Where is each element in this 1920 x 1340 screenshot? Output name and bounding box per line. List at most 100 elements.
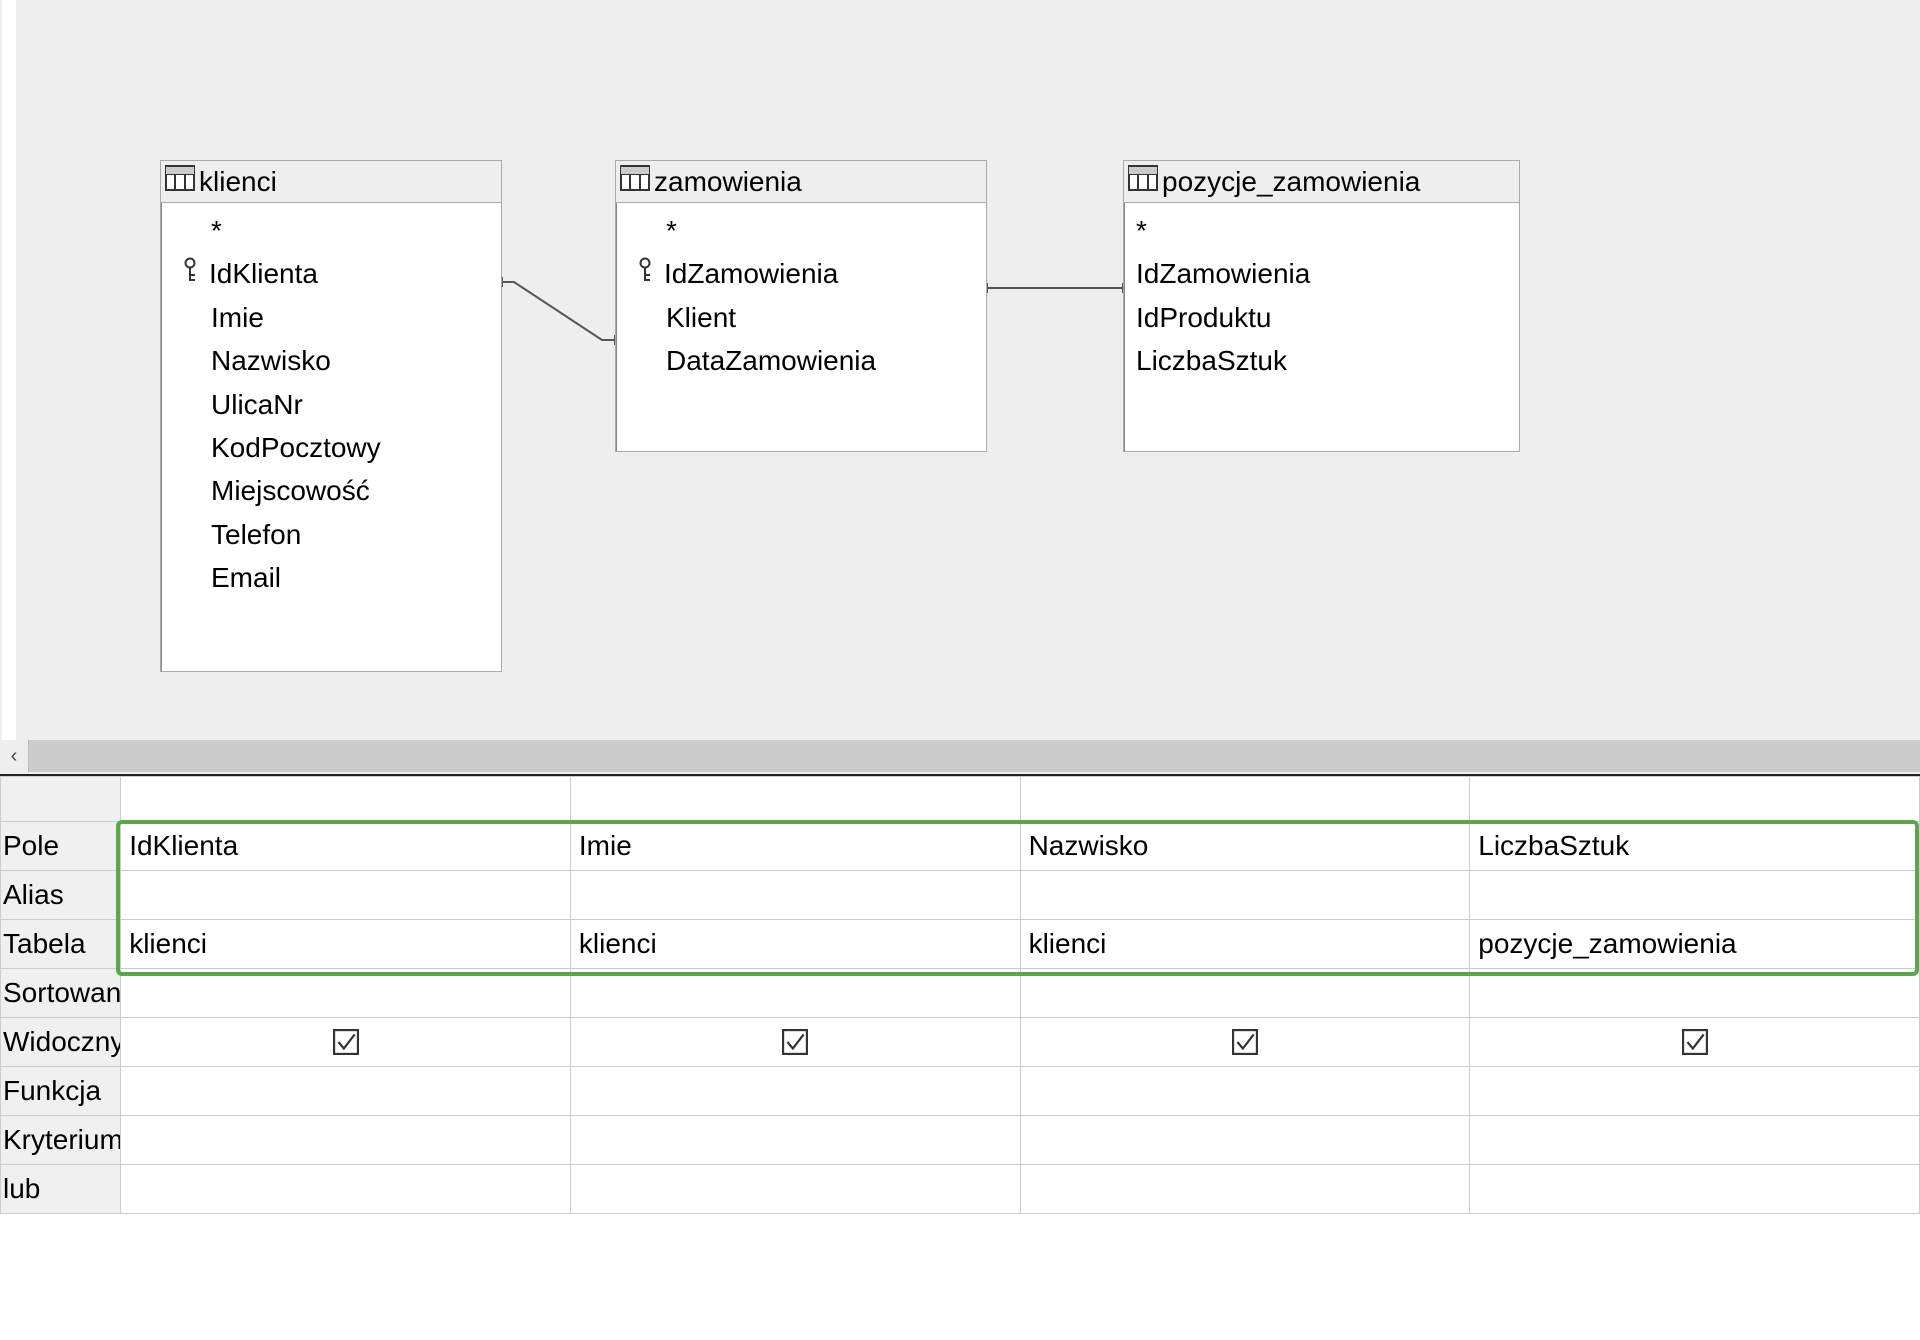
table-title[interactable]: klienci [161, 161, 501, 203]
key-icon [181, 252, 209, 295]
field-row[interactable]: UlicaNr [161, 383, 501, 426]
field-label: * [211, 209, 222, 252]
grid-cell[interactable] [1020, 1067, 1470, 1116]
design-grid-table[interactable]: PoleIdKlientaImieNazwiskoLiczbaSztukAlia… [0, 776, 1920, 1214]
grid-cell[interactable] [121, 1018, 571, 1067]
field-label: UlicaNr [211, 383, 303, 426]
visible-checkbox[interactable] [129, 1018, 562, 1066]
table-icon [1128, 165, 1162, 198]
grid-cell[interactable] [570, 871, 1020, 920]
table-title-label: zamowienia [654, 166, 802, 198]
grid-cell[interactable]: Imie [570, 822, 1020, 871]
grid-row-label: Kryterium [1, 1116, 121, 1165]
grid-cell[interactable]: pozycje_zamowienia [1470, 920, 1920, 969]
grid-cell[interactable] [570, 1067, 1020, 1116]
table-title[interactable]: pozycje_zamowienia [1124, 161, 1519, 203]
field-label: Imie [211, 296, 264, 339]
field-row[interactable]: IdZamowienia [1124, 252, 1519, 295]
table-body: * IdKlientaImieNazwiskoUlicaNrKodPocztow… [161, 203, 501, 610]
table-title-label: pozycje_zamowienia [1162, 166, 1420, 198]
grid-row: PoleIdKlientaImieNazwiskoLiczbaSztuk [1, 822, 1920, 871]
field-row[interactable]: IdProduktu [1124, 296, 1519, 339]
grid-cell[interactable] [1020, 1165, 1470, 1214]
table-box-klienci[interactable]: klienci* IdKlientaImieNazwiskoUlicaNrKod… [160, 160, 502, 672]
grid-cell[interactable] [1470, 777, 1920, 822]
grid-cell[interactable] [570, 1116, 1020, 1165]
grid-cell[interactable]: Nazwisko [1020, 822, 1470, 871]
grid-cell[interactable] [1020, 871, 1470, 920]
field-row[interactable]: Email [161, 556, 501, 599]
grid-cell[interactable] [121, 1067, 571, 1116]
grid-row: Tabelakliencikliencikliencipozycje_zamow… [1, 920, 1920, 969]
field-label: LiczbaSztuk [1136, 339, 1287, 382]
grid-cell[interactable] [121, 871, 571, 920]
relation-pane[interactable]: klienci* IdKlientaImieNazwiskoUlicaNrKod… [0, 0, 1920, 740]
field-label: * [666, 209, 677, 252]
field-row[interactable]: Nazwisko [161, 339, 501, 382]
field-row[interactable]: LiczbaSztuk [1124, 339, 1519, 382]
field-label: IdZamowienia [1136, 252, 1310, 295]
field-label: Miejscowość [211, 469, 370, 512]
field-row[interactable]: IdKlienta [161, 252, 501, 295]
table-box-pozycje_zamowienia[interactable]: pozycje_zamowienia *IdZamowieniaIdProdukt… [1123, 160, 1520, 452]
grid-cell[interactable] [570, 1018, 1020, 1067]
field-row[interactable]: Klient [616, 296, 986, 339]
field-row[interactable]: DataZamowienia [616, 339, 986, 382]
grid-cell[interactable] [1020, 1116, 1470, 1165]
scroll-left-button[interactable]: ‹ [0, 740, 29, 772]
field-row-star[interactable]: * [616, 209, 986, 252]
grid-cell[interactable] [1470, 1116, 1920, 1165]
table-title[interactable]: zamowienia [616, 161, 986, 203]
grid-row: lub [1, 1165, 1920, 1214]
field-row[interactable]: Telefon [161, 513, 501, 556]
visible-checkbox[interactable] [1029, 1018, 1462, 1066]
table-icon [620, 165, 654, 198]
grid-cell[interactable]: IdKlienta [121, 822, 571, 871]
grid-row: Sortowanie [1, 969, 1920, 1018]
grid-row-label: Pole [1, 822, 121, 871]
field-row[interactable]: IdZamowienia [616, 252, 986, 295]
grid-row: Kryterium [1, 1116, 1920, 1165]
grid-row: Widoczny [1, 1018, 1920, 1067]
field-row[interactable]: KodPocztowy [161, 426, 501, 469]
grid-cell[interactable] [1470, 871, 1920, 920]
field-row[interactable]: Miejscowość [161, 469, 501, 512]
visible-checkbox[interactable] [579, 1018, 1012, 1066]
grid-row-label: Alias [1, 871, 121, 920]
field-label: IdKlienta [209, 252, 318, 295]
grid-cell[interactable] [121, 969, 571, 1018]
field-row-star[interactable]: * [1124, 209, 1519, 252]
grid-row-label: Widoczny [1, 1018, 121, 1067]
grid-cell[interactable] [1470, 1018, 1920, 1067]
grid-cell[interactable]: klienci [121, 920, 571, 969]
grid-cell[interactable] [570, 1165, 1020, 1214]
field-row-star[interactable]: * [161, 209, 501, 252]
grid-cell[interactable] [1470, 1165, 1920, 1214]
grid-cell[interactable]: klienci [570, 920, 1020, 969]
grid-cell[interactable] [570, 969, 1020, 1018]
grid-cell[interactable] [570, 777, 1020, 822]
design-grid[interactable]: PoleIdKlientaImieNazwiskoLiczbaSztukAlia… [0, 774, 1920, 1340]
visible-checkbox[interactable] [1478, 1018, 1911, 1066]
grid-cell[interactable] [1470, 969, 1920, 1018]
table-box-zamowienia[interactable]: zamowienia * IdZamowieniaKlientDataZamowi… [615, 160, 987, 452]
chevron-left-icon: ‹ [11, 745, 18, 768]
field-label: * [1136, 209, 1147, 252]
grid-cell[interactable] [1470, 1067, 1920, 1116]
field-label: IdZamowienia [664, 252, 838, 295]
grid-cell[interactable] [1020, 777, 1470, 822]
hscrollbar[interactable]: ‹ [0, 740, 1920, 772]
grid-row-label: lub [1, 1165, 121, 1214]
field-label: Email [211, 556, 281, 599]
grid-cell[interactable]: LiczbaSztuk [1470, 822, 1920, 871]
grid-row-label: Funkcja [1, 1067, 121, 1116]
grid-cell[interactable] [1020, 1018, 1470, 1067]
grid-cell[interactable]: klienci [1020, 920, 1470, 969]
grid-row: Alias [1, 871, 1920, 920]
grid-cell[interactable] [121, 777, 571, 822]
field-label: IdProduktu [1136, 296, 1271, 339]
field-row[interactable]: Imie [161, 296, 501, 339]
grid-cell[interactable] [121, 1165, 571, 1214]
grid-cell[interactable] [121, 1116, 571, 1165]
grid-cell[interactable] [1020, 969, 1470, 1018]
